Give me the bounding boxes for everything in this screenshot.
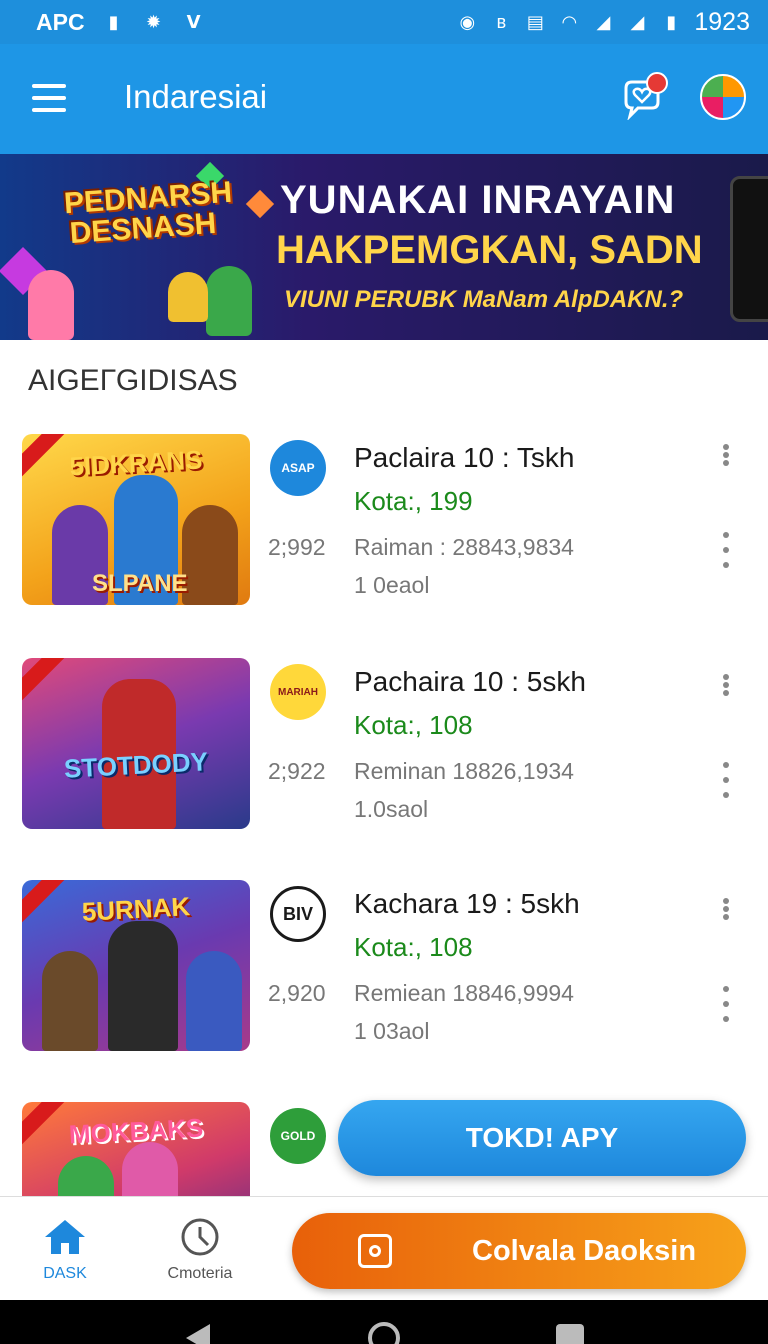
recents-icon[interactable] xyxy=(556,1324,584,1344)
item-thumbnail: MOKBAKS xyxy=(22,1102,250,1196)
nav-history-label: Cmoteria xyxy=(167,1265,233,1282)
sim-icon: ▮ xyxy=(108,11,119,32)
item-sub: 1 03aol xyxy=(354,1018,430,1044)
deposit-cta-button[interactable]: Colvala Daoksin xyxy=(292,1213,746,1289)
item-thumbnail: STOTDODY xyxy=(22,658,250,829)
home-circle-icon[interactable] xyxy=(368,1322,400,1344)
nav-item-history[interactable]: Cmoteria xyxy=(145,1217,255,1283)
item-thumbnail: 5IDKRANS SLPANE xyxy=(22,434,250,605)
list-item[interactable]: 5URNAK BIV Kachara 19 : 5skh Kota:, 108 … xyxy=(0,880,768,1060)
thumb-figure xyxy=(58,1156,114,1196)
cell-signal-2-icon: ◢ xyxy=(630,11,645,32)
item-meta: Raiman : 28843,9834 xyxy=(354,534,574,560)
thumb-figure xyxy=(122,1142,178,1196)
more-options-icon[interactable] xyxy=(716,898,736,920)
cell-signal-icon: ◢ xyxy=(596,11,611,32)
banner-phone-image xyxy=(730,176,768,322)
home-icon xyxy=(45,1220,85,1254)
more-options-icon[interactable] xyxy=(716,444,736,466)
thumb-title: 5URNAK xyxy=(81,891,191,927)
item-sub: 1 0eaol xyxy=(354,572,430,598)
hamburger-icon[interactable] xyxy=(32,84,66,112)
banner-character xyxy=(206,266,252,336)
item-count: 2;922 xyxy=(268,758,326,784)
item-price: Kota:, 108 xyxy=(354,932,473,962)
thumb-figure xyxy=(182,505,238,605)
thumb-subtitle: SLPANE xyxy=(92,570,188,597)
more-options-icon[interactable] xyxy=(716,674,736,696)
primary-action-button[interactable]: TOKD! APY xyxy=(338,1100,746,1176)
item-count: 2;992 xyxy=(268,534,326,560)
wallet-icon xyxy=(358,1234,392,1268)
thumb-figure xyxy=(108,921,178,1051)
item-title: Kachara 19 : 5skh xyxy=(354,888,580,919)
item-meta: Remiean 18846,9994 xyxy=(354,980,574,1006)
section-title: AIGEГGIDISAS xyxy=(28,364,238,397)
nav-item-home[interactable]: DASK xyxy=(10,1217,120,1283)
banner-subline: VIUNI PERUBK MaNam AlpDAKN.? xyxy=(284,286,684,313)
item-title: Pachaira 10 : 5skh xyxy=(354,666,586,697)
battery-icon: ▮ xyxy=(666,11,677,32)
clock-history-icon xyxy=(181,1218,219,1256)
clock: 1923 xyxy=(694,7,750,36)
alarm-icon: ◉ xyxy=(459,11,476,32)
banner-character xyxy=(168,272,208,322)
more-options-icon[interactable] xyxy=(716,762,736,798)
notification-badge xyxy=(646,72,668,94)
thumb-figure xyxy=(186,951,242,1051)
app-icon: ASAP xyxy=(270,440,326,496)
app-title: Indaresiai xyxy=(124,78,268,115)
banner-sparkle xyxy=(245,189,275,219)
avatar[interactable] xyxy=(700,74,746,120)
more-options-icon[interactable] xyxy=(716,986,736,1022)
thumb-figure xyxy=(42,951,98,1051)
thumb-title: STOTDODY xyxy=(63,746,209,784)
item-sub: 1.0saol xyxy=(354,796,429,822)
banner-logo-text: PEDNARSH DESNASH xyxy=(62,175,234,251)
app-icon: GOLD xyxy=(270,1108,326,1164)
banner-headline-2: HAKPEMGKAN, SADN xyxy=(276,228,703,272)
list-item[interactable]: 5IDKRANS SLPANE ASAP Paclaira 10 : Tskh … xyxy=(0,434,768,614)
signal-wave-icon: ᐯ xyxy=(186,11,201,32)
app-icon: MARIAH xyxy=(270,664,326,720)
list-item[interactable]: STOTDODY MARIAH Pachaira 10 : 5skh Kota:… xyxy=(0,658,768,838)
item-price: Kota:, 199 xyxy=(354,486,473,516)
thumb-title: 5IDKRANS xyxy=(68,444,204,482)
item-price: Kota:, 108 xyxy=(354,710,473,740)
item-thumbnail: 5URNAK xyxy=(22,880,250,1051)
banner-character xyxy=(28,270,74,340)
cta-label: Colvala Daoksin xyxy=(472,1234,697,1267)
app-icon: BIV xyxy=(270,886,326,942)
nav-home-label: DASK xyxy=(43,1265,87,1282)
bluetooth-icon: ʙ xyxy=(496,11,507,32)
banner-logo: PEDNARSH DESNASH xyxy=(62,175,234,280)
item-title: Paclaira 10 : Tskh xyxy=(354,442,575,473)
back-icon[interactable] xyxy=(186,1324,210,1344)
nfc-icon: ▤ xyxy=(526,11,544,32)
bottom-navigation: DASK Cmoteria Colvala Daoksin xyxy=(0,1196,768,1300)
wifi-icon: ◠ xyxy=(561,11,578,32)
status-bar: APC ▮ ✹ ᐯ ◉ ʙ ▤ ◠ ◢ ◢ ▮ 1923 xyxy=(0,0,768,44)
app-bar: Indaresiai xyxy=(0,44,768,154)
thumb-title: MOKBAKS xyxy=(68,1112,204,1150)
more-options-icon[interactable] xyxy=(716,532,736,568)
system-navigation-bar xyxy=(0,1300,768,1344)
item-meta: Reminan 18826,1934 xyxy=(354,758,574,784)
carrier-label: APC xyxy=(36,8,85,35)
settings-icon: ✹ xyxy=(146,11,162,32)
item-count: 2,920 xyxy=(268,980,326,1006)
banner-headline-1: YUNAKAI INRAYAIN xyxy=(280,178,676,222)
ribbon-badge xyxy=(22,658,70,703)
